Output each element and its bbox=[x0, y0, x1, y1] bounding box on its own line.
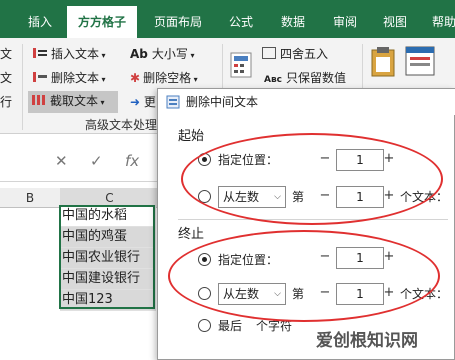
last-char-prefix-label: 最后 bbox=[218, 319, 243, 333]
end-section-label: 终止 bbox=[178, 227, 205, 242]
extract-text-label: 截取文本 bbox=[50, 94, 99, 108]
tab-page-layout[interactable]: 页面布局 bbox=[147, 8, 209, 38]
tab-formulas[interactable]: 公式 bbox=[222, 8, 260, 38]
delete-space-button[interactable]: ✱ 删除空格 ▾ bbox=[130, 68, 198, 90]
chevron-down-icon: ▾ bbox=[98, 98, 105, 107]
ribbon-separator bbox=[22, 44, 23, 130]
extract-text-button[interactable]: 截取文本 ▾ bbox=[28, 91, 118, 113]
window-icon bbox=[405, 46, 435, 76]
keep-numeric-icon: Aвс bbox=[264, 75, 282, 85]
calculator-icon bbox=[230, 52, 252, 78]
tab-help[interactable]: 帮助 bbox=[424, 8, 455, 38]
tab-view[interactable]: 视图 bbox=[376, 8, 414, 38]
delete-text-icon bbox=[33, 72, 47, 82]
case-label: 大小写 bbox=[151, 47, 188, 61]
tab-fangfang-gezi[interactable]: 方方格子 bbox=[67, 6, 137, 38]
chevron-down-icon: ▾ bbox=[187, 51, 195, 60]
watermark-logo: 爱创根知识网 bbox=[316, 331, 418, 351]
chevron-down-icon: ▾ bbox=[99, 51, 106, 60]
tab-review[interactable]: 审阅 bbox=[326, 8, 364, 38]
chevron-down-icon: ▾ bbox=[99, 75, 106, 84]
window-button[interactable] bbox=[405, 46, 435, 82]
ribbon-left-item-1[interactable]: 文 bbox=[0, 44, 12, 64]
dialog-title: 删除中间文本 bbox=[186, 95, 259, 109]
case-icon: Ab bbox=[130, 47, 148, 61]
tab-data[interactable]: 数据 bbox=[274, 8, 312, 38]
delete-space-icon: ✱ bbox=[130, 71, 141, 85]
highlight-oval-end bbox=[168, 230, 440, 322]
extract-text-icon bbox=[32, 95, 45, 105]
dialog-titlebar[interactable]: 删除中间文本 bbox=[158, 89, 455, 115]
clipboard-button[interactable] bbox=[370, 46, 396, 84]
round-icon-button[interactable] bbox=[230, 52, 252, 84]
ribbon-group-label: 高级文本处理 bbox=[85, 118, 158, 132]
insert-text-button[interactable]: 插入文本 ▾ bbox=[32, 44, 106, 66]
insert-text-label: 插入文本 bbox=[51, 47, 100, 61]
delete-text-button[interactable]: 删除文本 ▾ bbox=[32, 68, 106, 90]
function-icon[interactable]: fx bbox=[125, 152, 139, 170]
round-button[interactable]: 四舍五入 bbox=[262, 44, 328, 64]
keep-numeric-label: 只保留数值 bbox=[286, 71, 347, 85]
keep-numeric-button[interactable]: Aвс 只保留数值 bbox=[264, 68, 346, 90]
ribbon-left-item-2[interactable]: 文 bbox=[0, 68, 12, 88]
last-char-radio[interactable] bbox=[198, 319, 211, 332]
delete-space-label: 删除空格 bbox=[143, 71, 192, 85]
highlight-oval-start bbox=[181, 133, 443, 225]
round-label: 四舍五入 bbox=[280, 47, 329, 61]
confirm-icon[interactable]: ✓ bbox=[90, 152, 103, 170]
clipboard-icon bbox=[371, 47, 395, 77]
start-section-label: 起始 bbox=[178, 129, 205, 144]
more-label: 更 bbox=[143, 95, 156, 109]
delete-text-label: 删除文本 bbox=[51, 71, 100, 85]
more-button[interactable]: ➜ 更 bbox=[130, 92, 156, 112]
grid-icon bbox=[262, 47, 276, 59]
arrow-right-icon: ➜ bbox=[130, 95, 141, 109]
chevron-down-icon: ▾ bbox=[191, 75, 198, 84]
dialog-app-icon bbox=[166, 95, 180, 109]
selection-range bbox=[59, 205, 155, 309]
column-header-b[interactable]: B bbox=[0, 188, 60, 208]
cancel-icon[interactable]: ✕ bbox=[55, 152, 68, 170]
ribbon-left-item-3[interactable]: 行 bbox=[0, 92, 12, 112]
tab-insert[interactable]: 插入 bbox=[18, 8, 62, 38]
case-button[interactable]: Ab 大小写 ▾ bbox=[130, 44, 194, 66]
insert-text-icon bbox=[33, 48, 47, 58]
